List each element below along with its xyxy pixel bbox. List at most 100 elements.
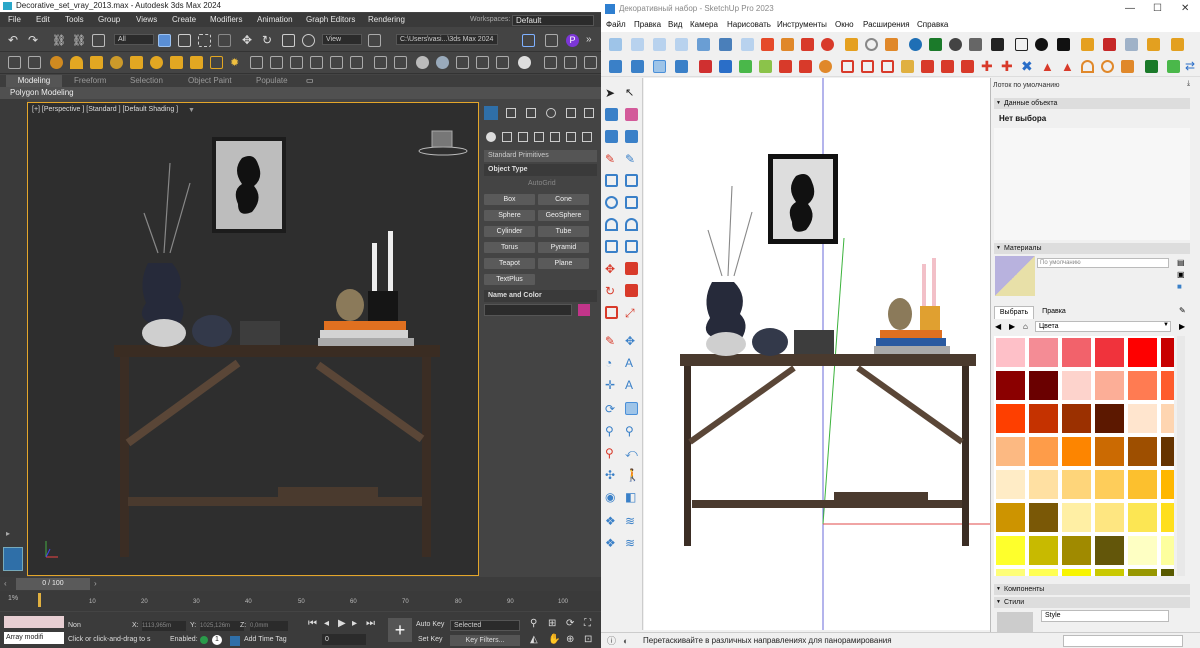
y-coordinate-field[interactable]: 1025,126m bbox=[200, 621, 244, 631]
ribbon-tab-selection[interactable]: Selection bbox=[130, 76, 163, 85]
color-swatch[interactable] bbox=[1128, 371, 1157, 400]
su-green-box-icon[interactable] bbox=[739, 60, 752, 73]
object-type-rollout[interactable]: Object Type bbox=[484, 164, 597, 176]
color-swatch[interactable] bbox=[1029, 437, 1058, 466]
sphere-button[interactable]: Sphere bbox=[484, 210, 535, 221]
close-icon[interactable]: ✕ bbox=[1181, 0, 1189, 18]
su-offset-icon[interactable]: ⤢ bbox=[625, 306, 638, 320]
su-arc-icon[interactable] bbox=[605, 218, 618, 231]
reference-coordinate-select[interactable]: View bbox=[322, 34, 362, 45]
color-swatch[interactable] bbox=[1161, 338, 1174, 367]
su-cross2-icon[interactable]: ✚ bbox=[1001, 59, 1014, 73]
color-swatch[interactable] bbox=[1029, 503, 1058, 532]
su-zoom-extents-icon[interactable]: ⚲ bbox=[605, 446, 618, 460]
tab-select[interactable]: Выбрать bbox=[994, 306, 1034, 319]
key-filters-button[interactable]: Key Filters... bbox=[450, 635, 520, 646]
time-next-icon[interactable]: › bbox=[94, 579, 97, 588]
select-by-name-icon[interactable] bbox=[178, 34, 191, 47]
su-arch-icon[interactable] bbox=[1081, 60, 1094, 73]
su-sandbox-icon[interactable] bbox=[761, 38, 774, 51]
home-icon[interactable]: ⌂ bbox=[1023, 322, 1028, 331]
unlink-icon[interactable]: ⛓ bbox=[72, 34, 86, 47]
su-menu-help[interactable]: Справка bbox=[917, 18, 948, 32]
color-swatch[interactable] bbox=[1095, 536, 1124, 565]
color-swatch[interactable] bbox=[1029, 338, 1058, 367]
color-swatch[interactable] bbox=[1029, 569, 1058, 576]
su-tree-icon[interactable] bbox=[929, 38, 942, 51]
su-pie-icon[interactable] bbox=[625, 240, 638, 253]
status-info-icon[interactable]: ⓘ bbox=[607, 633, 616, 648]
vray-light-icon[interactable] bbox=[50, 56, 63, 69]
su-polygon-icon[interactable] bbox=[625, 196, 638, 209]
su-blue-x-icon[interactable]: ✖ bbox=[1021, 59, 1034, 73]
time-slider-thumb[interactable]: 0 / 100 bbox=[16, 578, 90, 590]
cameras-icon[interactable] bbox=[534, 132, 544, 142]
vray-sun-light-icon[interactable]: ✹ bbox=[230, 56, 243, 69]
su-frame2-icon[interactable] bbox=[861, 60, 874, 73]
project-path-combo[interactable]: C:\Users\vasi...\3ds Max 2024 bbox=[396, 34, 498, 45]
go-to-end-icon[interactable]: ⏭ bbox=[366, 618, 375, 629]
su-double-arrow-icon[interactable]: ⇄ bbox=[1185, 60, 1198, 73]
window-crossing-icon[interactable] bbox=[218, 34, 231, 47]
vray-decal-icon[interactable] bbox=[290, 56, 303, 69]
su-zoom-window-tool-icon[interactable]: ⚲ bbox=[625, 424, 638, 438]
hierarchy-tab-icon[interactable] bbox=[526, 108, 536, 118]
color-swatch[interactable] bbox=[1095, 470, 1124, 499]
su-menu-edit[interactable]: Правка bbox=[634, 18, 661, 32]
expand-layout-icon[interactable]: ▸ bbox=[6, 529, 10, 538]
su-menu-tools[interactable]: Инструменты bbox=[777, 18, 827, 32]
su-lasso-icon[interactable] bbox=[605, 108, 618, 121]
modify-tab-icon[interactable] bbox=[506, 108, 516, 118]
go-to-start-icon[interactable]: ⏮ bbox=[308, 618, 317, 629]
viewcube-icon[interactable] bbox=[418, 130, 468, 156]
object-name-field[interactable] bbox=[484, 304, 572, 316]
styles-header[interactable]: Стили bbox=[994, 597, 1190, 608]
color-swatch[interactable] bbox=[1128, 404, 1157, 433]
color-swatch[interactable] bbox=[1161, 569, 1174, 576]
su-move-icon[interactable]: ✥ bbox=[605, 262, 618, 276]
key-mode-select[interactable]: Selected bbox=[450, 620, 520, 631]
su-user-icon[interactable] bbox=[1057, 38, 1070, 51]
color-swatch[interactable] bbox=[996, 404, 1025, 433]
status-user-icon[interactable]: ◐ bbox=[623, 633, 628, 648]
lights-icon[interactable] bbox=[518, 132, 528, 142]
su-triangle2-icon[interactable]: ▲ bbox=[1061, 60, 1074, 73]
style-name-field[interactable]: Style bbox=[1041, 610, 1169, 622]
color-swatch[interactable] bbox=[1029, 371, 1058, 400]
color-swatch[interactable] bbox=[1161, 536, 1174, 565]
default-material-icon[interactable]: ■ bbox=[1177, 282, 1182, 291]
create-material-icon[interactable]: ▤ bbox=[1177, 258, 1185, 267]
vray-mesh-light-icon[interactable] bbox=[170, 56, 183, 69]
x-coordinate-field[interactable]: 1113,965m bbox=[142, 621, 186, 631]
tab-edit[interactable]: Правка bbox=[1036, 306, 1072, 318]
color-swatch[interactable] bbox=[1161, 404, 1174, 433]
su-eraser-icon[interactable] bbox=[625, 108, 638, 121]
su-panel-icon[interactable] bbox=[881, 60, 894, 73]
su-text-icon[interactable]: A bbox=[625, 356, 638, 370]
ribbon-tab-freeform[interactable]: Freeform bbox=[74, 76, 106, 85]
su-curve-icon[interactable] bbox=[819, 60, 832, 73]
teapot-button[interactable]: Teapot bbox=[484, 258, 535, 269]
pyramid-button[interactable]: Pyramid bbox=[538, 242, 589, 253]
select-object-icon[interactable] bbox=[158, 34, 171, 47]
color-swatch[interactable] bbox=[1095, 404, 1124, 433]
color-swatch[interactable] bbox=[1161, 470, 1174, 499]
prev-frame-icon[interactable]: ◂ bbox=[324, 618, 329, 629]
maximize-icon[interactable]: ☐ bbox=[1153, 0, 1162, 18]
color-swatch[interactable] bbox=[1062, 536, 1091, 565]
su-orbit-tool-icon[interactable]: ⟳ bbox=[605, 402, 618, 416]
su-left-view-icon[interactable] bbox=[719, 38, 732, 51]
entity-info-header[interactable]: Данные объекта bbox=[994, 98, 1190, 109]
su-3dtext-icon[interactable]: A bbox=[625, 378, 638, 392]
su-protractor-icon[interactable]: ◔ bbox=[605, 356, 618, 370]
su-position-camera-icon[interactable]: ✣ bbox=[605, 468, 618, 482]
primitive-type-select[interactable]: Standard Primitives bbox=[484, 150, 597, 162]
su-tool-icon[interactable] bbox=[885, 38, 898, 51]
vray-material-icon[interactable] bbox=[394, 56, 407, 69]
su-dots-icon[interactable] bbox=[961, 60, 974, 73]
vray-proxy-icon[interactable] bbox=[190, 56, 203, 69]
color-swatch[interactable] bbox=[996, 338, 1025, 367]
su-extension-icon[interactable] bbox=[1103, 38, 1116, 51]
vray-frame-buffer-icon[interactable] bbox=[584, 56, 597, 69]
su-menu-camera[interactable]: Камера bbox=[690, 18, 718, 32]
